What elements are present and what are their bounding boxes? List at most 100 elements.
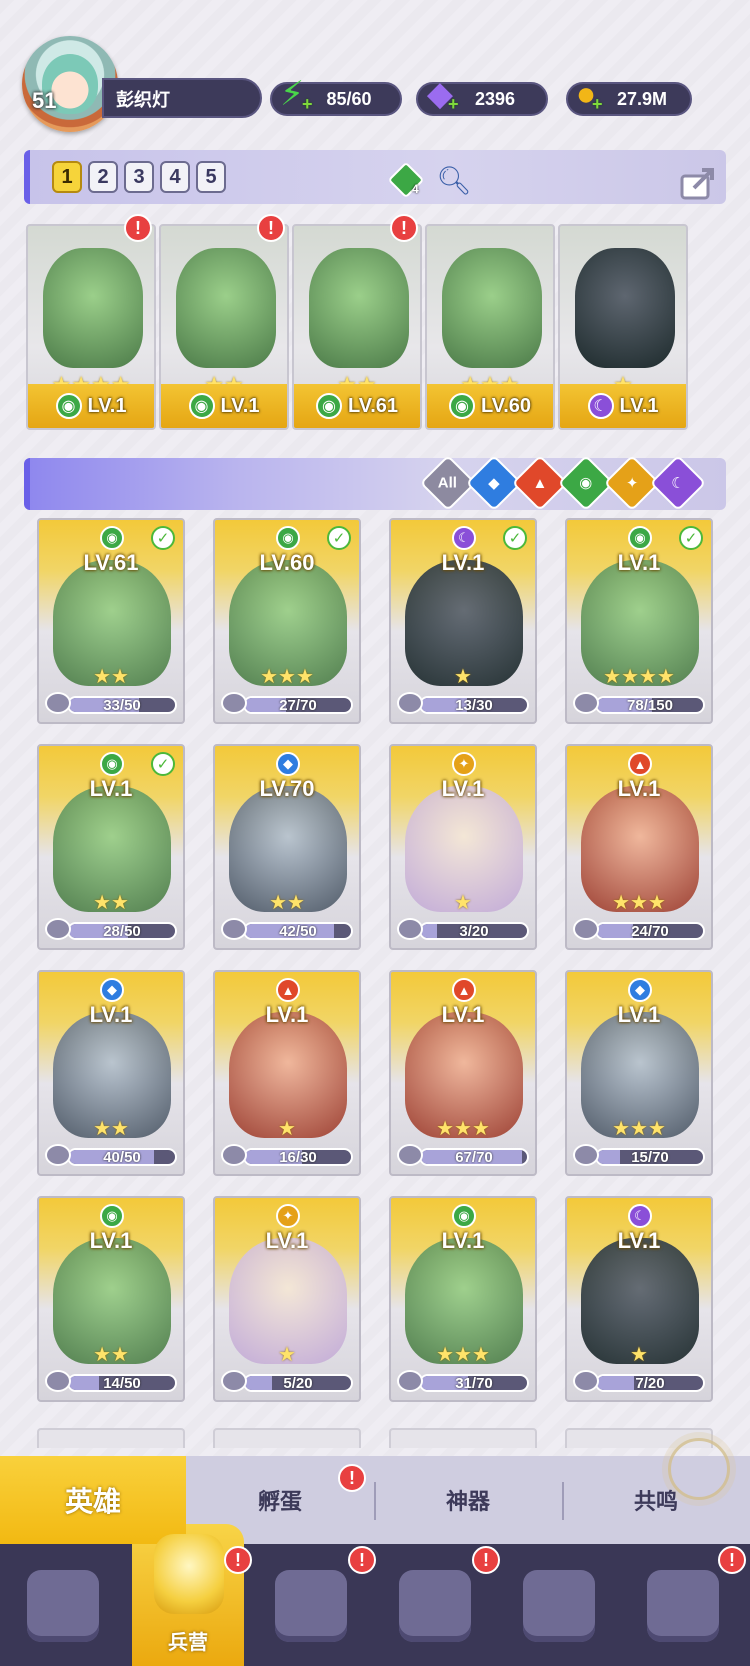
hero-card[interactable]: ◆ LV.1 ★★ 40/50 bbox=[37, 970, 185, 1176]
nav-item[interactable] bbox=[504, 1556, 614, 1656]
hero-stars: ★ bbox=[630, 1344, 648, 1366]
hero-card[interactable]: ☾ LV.1 ★ 7/20 bbox=[565, 1196, 713, 1402]
team-hero-card[interactable]: ★★◉LV.61 bbox=[292, 224, 422, 430]
shard-icon bbox=[397, 692, 423, 714]
hero-card[interactable]: ◉ LV.60 ✓ ★★★ 27/70 bbox=[213, 518, 361, 724]
castle-icon bbox=[399, 1570, 471, 1642]
hero-level-bar: ◉ LV.61 bbox=[294, 384, 420, 428]
light-icon: ✦ bbox=[625, 474, 639, 492]
shard-progress-text: 14/50 bbox=[103, 1375, 141, 1392]
fire-icon: ▲ bbox=[532, 474, 548, 492]
alert-badge-icon: ! bbox=[348, 1546, 376, 1574]
nature-element-icon: ◉ bbox=[188, 393, 215, 419]
alert-badge-icon: ! bbox=[257, 214, 285, 242]
dark-element-icon: ☾ bbox=[587, 393, 614, 419]
nature-element-icon: ◉ bbox=[100, 752, 124, 776]
team-tab-1[interactable]: 1 bbox=[52, 161, 82, 193]
hero-stars: ★★★ bbox=[436, 1118, 490, 1140]
shard-progress-bar: 13/30 bbox=[419, 696, 529, 714]
light-element-icon: ✦ bbox=[452, 752, 476, 776]
hero-level: LV.1 bbox=[220, 394, 260, 417]
shard-progress-text: 42/50 bbox=[279, 923, 317, 940]
nature-element-icon: ◉ bbox=[448, 393, 475, 419]
top-bar: 51 彭织灯 85/60 ⚡ + 2396 ◆ + 27.9M ● + bbox=[0, 0, 750, 140]
fire-element-icon: ▲ bbox=[276, 978, 300, 1002]
checkmark-icon: ✓ bbox=[327, 526, 351, 550]
hero-card[interactable]: ◆ LV.1 ★★★ 15/70 bbox=[565, 970, 713, 1176]
shard-icon bbox=[221, 1144, 247, 1166]
hero-card[interactable]: ◉ LV.1 ✓ ★★★★ 78/150 bbox=[565, 518, 713, 724]
alert-badge-icon: ! bbox=[390, 214, 418, 242]
fire-element-icon: ▲ bbox=[628, 752, 652, 776]
hero-level: LV.60 bbox=[480, 394, 532, 417]
hero-level: LV.1 bbox=[441, 776, 485, 801]
tab-resonance[interactable]: 共鸣 bbox=[562, 1456, 750, 1544]
search-icon[interactable]: 🔍︎ bbox=[434, 160, 474, 200]
checkmark-icon: ✓ bbox=[151, 752, 175, 776]
team-tab-5[interactable]: 5 bbox=[196, 161, 226, 193]
water-element-icon: ◆ bbox=[628, 978, 652, 1002]
add-energy-icon[interactable]: + bbox=[302, 94, 313, 115]
shard-icon bbox=[397, 918, 423, 940]
shard-icon bbox=[221, 918, 247, 940]
shard-progress-bar: 15/70 bbox=[595, 1148, 705, 1166]
shard-progress-text: 3/20 bbox=[459, 923, 489, 940]
hero-stars: ★★★★ bbox=[603, 666, 675, 688]
hero-level: LV.1 bbox=[89, 776, 133, 801]
checkmark-icon: ✓ bbox=[151, 526, 175, 550]
nature-element-icon: ◉ bbox=[628, 526, 652, 550]
nav-item[interactable] bbox=[256, 1556, 366, 1656]
hero-stars: ★★★ bbox=[612, 1118, 666, 1140]
filter-label: All bbox=[438, 474, 458, 492]
hero-stars: ★★ bbox=[93, 1118, 129, 1140]
hero-card[interactable]: ◉ LV.1 ★★★ 31/70 bbox=[389, 1196, 537, 1402]
tab-divider bbox=[562, 1482, 564, 1520]
hero-card[interactable]: ▲ LV.1 ★★★ 67/70 bbox=[389, 970, 537, 1176]
team-power-icon[interactable]: 4 bbox=[386, 160, 426, 200]
tab-heroes[interactable]: 英雄 bbox=[0, 1456, 186, 1544]
hero-card[interactable]: ◆ LV.70 ★★ 42/50 bbox=[213, 744, 361, 950]
hero-card[interactable]: ✦ LV.1 ★ 5/20 bbox=[213, 1196, 361, 1402]
add-coins-icon[interactable]: + bbox=[592, 94, 603, 115]
light-element-icon: ✦ bbox=[276, 1204, 300, 1228]
hero-card[interactable]: ◉ LV.1 ★★ 14/50 bbox=[37, 1196, 185, 1402]
shard-icon bbox=[573, 918, 599, 940]
hero-card[interactable]: ◉ LV.1 ✓ ★★ 28/50 bbox=[37, 744, 185, 950]
team-hero-card[interactable]: ★☾LV.1 bbox=[558, 224, 688, 430]
shard-progress-bar: 27/70 bbox=[243, 696, 353, 714]
shard-icon bbox=[397, 1370, 423, 1392]
team-tab-3[interactable]: 3 bbox=[124, 161, 154, 193]
add-gems-icon[interactable]: + bbox=[448, 94, 459, 115]
nav-item[interactable] bbox=[628, 1556, 738, 1656]
hero-level-bar: ◉ LV.60 bbox=[427, 384, 553, 428]
player-name: 彭织灯 bbox=[116, 90, 170, 110]
hero-level: LV.61 bbox=[83, 550, 139, 575]
dark-icon: ☾ bbox=[671, 474, 685, 492]
team-tab-2[interactable]: 2 bbox=[88, 161, 118, 193]
barracks-icon[interactable] bbox=[154, 1534, 224, 1614]
hero-portrait bbox=[176, 248, 276, 368]
shard-icon bbox=[573, 692, 599, 714]
team-power-badge: 4 bbox=[412, 182, 419, 196]
team-hero-card[interactable]: ★★★◉LV.60 bbox=[425, 224, 555, 430]
team-hero-card[interactable]: ★★◉LV.1 bbox=[159, 224, 289, 430]
hero-card[interactable]: ✦ LV.1 ★ 3/20 bbox=[389, 744, 537, 950]
hero-card[interactable]: ☾ LV.1 ✓ ★ 13/30 bbox=[389, 518, 537, 724]
team-tab-4[interactable]: 4 bbox=[160, 161, 190, 193]
hero-level-bar: ◉ LV.1 bbox=[161, 384, 287, 428]
nature-element-icon: ◉ bbox=[55, 393, 82, 419]
nav-item[interactable] bbox=[380, 1556, 490, 1656]
share-icon[interactable] bbox=[676, 160, 720, 204]
hero-card[interactable]: ▲ LV.1 ★★★ 24/70 bbox=[565, 744, 713, 950]
hero-portrait bbox=[442, 248, 542, 368]
hero-stars: ★ bbox=[278, 1118, 296, 1140]
hero-card[interactable]: ▲ LV.1 ★ 16/30 bbox=[213, 970, 361, 1176]
nav-item[interactable] bbox=[8, 1556, 118, 1656]
hero-level: LV.1 bbox=[441, 1228, 485, 1253]
hero-card[interactable]: ◉ LV.61 ✓ ★★ 33/50 bbox=[37, 518, 185, 724]
dark-element-icon: ☾ bbox=[452, 526, 476, 550]
alert-badge-icon: ! bbox=[338, 1464, 366, 1492]
shard-progress-bar: 67/70 bbox=[419, 1148, 529, 1166]
team-hero-card[interactable]: ★★★★◉LV.1 bbox=[26, 224, 156, 430]
tab-artifacts[interactable]: 神器 bbox=[374, 1456, 562, 1544]
